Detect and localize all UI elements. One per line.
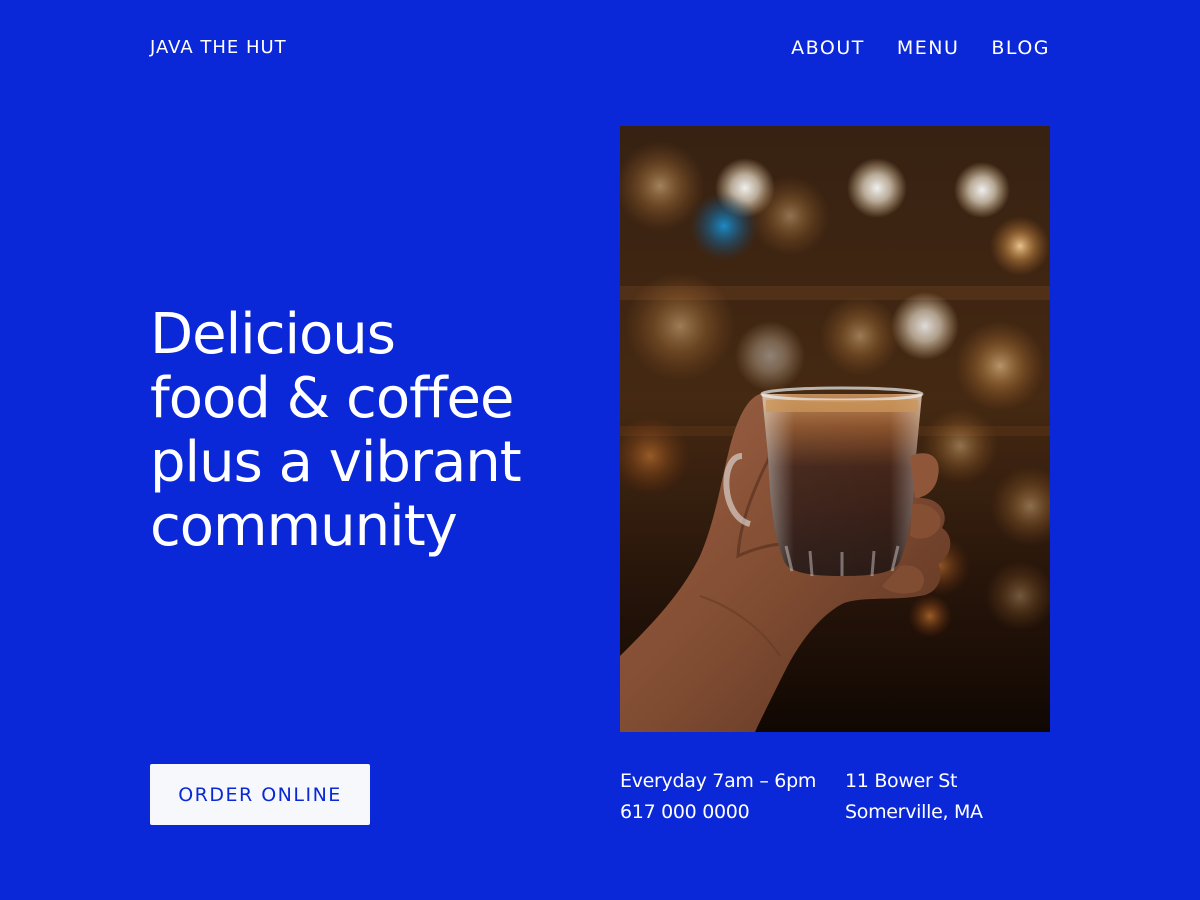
hero-photo-espresso xyxy=(620,126,1050,732)
hero-headline: Delicious food & coffee plus a vibrant c… xyxy=(150,303,590,559)
hero-headline-line: food & coffee xyxy=(150,366,514,431)
phone-number: 617 000 0000 xyxy=(620,801,750,823)
hours-contact-block: Everyday 7am – 6pm 617 000 0000 xyxy=(620,766,816,828)
espresso-photo-illustration xyxy=(620,126,1050,732)
nav-link-menu[interactable]: MENU xyxy=(897,36,960,60)
address-block: 11 Bower St Somerville, MA xyxy=(845,766,983,828)
hero-headline-line: plus a vibrant xyxy=(150,430,522,495)
order-online-button[interactable]: ORDER ONLINE xyxy=(150,764,370,825)
nav-link-blog[interactable]: BLOG xyxy=(991,36,1050,60)
hero-headline-line: Delicious xyxy=(150,302,396,367)
opening-hours: Everyday 7am – 6pm xyxy=(620,770,817,792)
main-nav: ABOUT MENU BLOG xyxy=(791,36,1050,60)
nav-link-about[interactable]: ABOUT xyxy=(791,36,865,60)
hero-headline-line: community xyxy=(150,494,458,559)
address-street: 11 Bower St xyxy=(845,770,958,792)
brand-logo-link[interactable]: JAVA THE HUT xyxy=(150,36,287,60)
address-city: Somerville, MA xyxy=(845,801,983,823)
